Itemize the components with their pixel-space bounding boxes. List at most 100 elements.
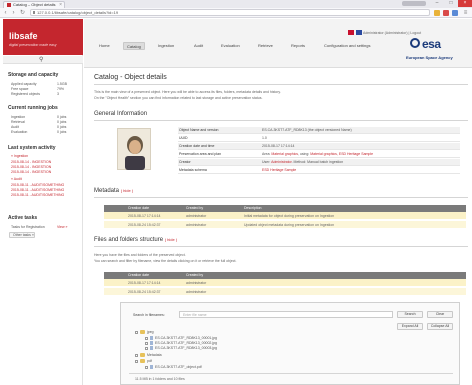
info-row: Object Name and version ES.CA.3KST7.ATF_R… <box>178 127 460 134</box>
table-row[interactable]: 2015-08-17 17:14:14 administrator Initia… <box>104 212 466 220</box>
browser-toolbar: ‹ › ↻ 127.0.0.1/libsafe/catalog/object_d… <box>0 8 472 18</box>
jobs-row: Evaluation 0 jobs <box>11 130 67 134</box>
favicon-icon <box>7 3 11 7</box>
activity-link[interactable]: 2015-08-14 - INGESTION <box>11 170 77 174</box>
nav-audit[interactable]: Audit <box>194 42 203 50</box>
menu-icon[interactable]: ≡ <box>462 10 469 16</box>
tree-summary: 11.5 MB in 1 folders and 10 files <box>135 377 185 381</box>
checkbox-icon <box>145 365 148 369</box>
divider <box>94 246 468 247</box>
file-icon <box>150 341 153 346</box>
nav-configuration[interactable]: Configuration and settings <box>324 42 370 50</box>
nav-retrieve[interactable]: Retrieve <box>258 42 273 50</box>
object-thumbnail-image <box>125 136 145 170</box>
jobs-title: Current running jobs <box>8 105 58 111</box>
creator-link[interactable]: Administrator <box>271 160 291 164</box>
schema-link[interactable]: ESD Heritage Sample <box>262 168 296 172</box>
section-title-metadata: Metadata ( hide ) <box>94 188 134 194</box>
user-line[interactable]: Administrator (Administrator) | Logout <box>363 31 421 35</box>
clear-button[interactable]: Clear <box>427 311 453 318</box>
plan-link[interactable]: Material graphics, ESD Heritage Sample <box>310 152 373 156</box>
checkbox-icon <box>135 359 138 363</box>
activity-group-heading[interactable]: » Audit <box>11 177 77 181</box>
activity-link[interactable]: 2015-08-14 - INGESTION <box>11 165 77 169</box>
flag-es-icon[interactable] <box>348 30 354 35</box>
tree-file[interactable]: ES.CA.3KST7.ATF_object.pdf <box>145 365 202 370</box>
other-tasks-button[interactable]: Other tasks » <box>9 232 35 238</box>
tree-file[interactable]: ES.CA.3KST7.ATF_RD8K13_00003.jpg <box>145 346 217 351</box>
reload-icon[interactable]: ↻ <box>19 10 26 16</box>
activity-link[interactable]: 2015-08-11 - AUDIT/SOMETHING <box>11 188 77 192</box>
activity-link[interactable]: 2015-08-14 - INGESTION <box>11 160 77 164</box>
area-link[interactable]: Material graphics <box>271 152 298 156</box>
window-close-icon[interactable]: × <box>458 0 472 7</box>
expand-all-button[interactable]: Expand All <box>397 323 423 330</box>
tree-file[interactable]: ES.CA.3KST7.ATF_RD8K13_00002.jpg <box>145 341 217 346</box>
info-row: Preservation area and plan Area: Material… <box>178 151 460 158</box>
browser-profile-chip[interactable] <box>402 1 426 6</box>
flag-en-icon[interactable] <box>356 30 362 35</box>
browser-tab[interactable]: Catalog – Object details × <box>3 1 65 8</box>
back-icon[interactable]: ‹ <box>2 10 9 16</box>
info-row: Creation date and time 2015-08-17 17:14:1… <box>178 143 460 150</box>
nav-reports[interactable]: Reports <box>291 42 305 50</box>
section-title-general: General Information <box>94 111 148 117</box>
sidebar: libsafe digital preservation made easy ⚲… <box>3 19 83 385</box>
tree-file[interactable]: ES.CA.3KST7.ATF_RD8K13_00001.jpg <box>145 336 217 341</box>
brand-tagline: digital preservation made easy <box>9 43 57 47</box>
esa-logo-icon <box>410 38 420 48</box>
extension-icon[interactable] <box>443 10 449 16</box>
activity-title: Last system activity <box>8 145 56 151</box>
divider <box>94 197 468 198</box>
tasks-row[interactable]: Tasks for Registration View » <box>11 225 77 229</box>
intro-line: This is the main view of a preserved obj… <box>94 90 281 94</box>
collapse-all-button[interactable]: Collapse All <box>427 323 453 330</box>
bookmark-star-icon[interactable] <box>434 10 440 16</box>
info-row: Creator User: Administrator. Method: Manu… <box>178 159 460 166</box>
jobs-row: Audit 0 jobs <box>11 125 67 129</box>
nav-ingestion[interactable]: Ingestion <box>158 42 174 50</box>
tree-folder[interactable]: Metadata <box>135 353 162 358</box>
storage-title: Storage and capacity <box>8 72 59 78</box>
files-hide-link[interactable]: ( hide ) <box>165 237 177 242</box>
activity-group-heading[interactable]: » Ingestion <box>11 154 77 158</box>
folder-icon <box>140 359 145 364</box>
tab-title: Catalog – Object details <box>13 2 56 7</box>
file-icon <box>150 365 153 370</box>
activity-link[interactable]: 2015-08-11 - AUDIT/SOMETHING <box>11 183 77 187</box>
page-info-icon <box>33 11 35 14</box>
tree-folder[interactable]: jpeg <box>135 330 154 335</box>
divider <box>94 84 468 85</box>
search-button[interactable]: Search <box>397 311 423 318</box>
sidebar-search-bar[interactable]: ⚲ <box>3 56 83 64</box>
nav-catalog[interactable]: Catalog <box>123 42 145 50</box>
folder-icon <box>140 330 145 335</box>
minimize-icon[interactable]: – <box>430 0 444 7</box>
activity-link[interactable]: 2015-08-11 - AUDIT/SOMETHING <box>11 193 77 197</box>
page-title: Catalog - Object details <box>94 74 167 81</box>
nav-evaluation[interactable]: Evaluation <box>221 42 240 50</box>
address-bar[interactable]: 127.0.0.1/libsafe/catalog/object_details… <box>30 9 430 16</box>
files-table-header: Creation date Created by <box>104 272 466 279</box>
metadata-hide-link[interactable]: ( hide ) <box>121 188 133 193</box>
checkbox-icon <box>135 330 138 334</box>
intro-line: On the "Object Health" section you can f… <box>94 96 263 100</box>
tree-folder[interactable]: pdf <box>135 359 152 364</box>
table-row[interactable]: 2015-08-17 17:14:14 administrator <box>104 279 466 287</box>
maximize-icon[interactable]: □ <box>444 0 458 7</box>
extension-icon-2[interactable] <box>452 10 458 16</box>
table-row[interactable]: 2015-08-24 15:42:37 administrator Update… <box>104 221 466 229</box>
checkbox-icon <box>145 341 148 345</box>
brand-block[interactable]: libsafe digital preservation made easy <box>3 19 83 55</box>
search-icon[interactable]: ⚲ <box>39 56 43 63</box>
checkbox-icon <box>135 353 138 357</box>
filename-search-input[interactable]: Enter file name <box>179 311 393 318</box>
checkbox-icon <box>145 346 148 350</box>
storage-row: Free space 79% <box>11 87 65 91</box>
object-thumbnail[interactable] <box>117 128 151 170</box>
table-row[interactable]: 2015-08-24 15:42:37 administrator <box>104 288 466 296</box>
org-name: European Space Agency <box>406 55 453 60</box>
nav-home[interactable]: Home <box>99 42 110 50</box>
checkbox-icon <box>145 336 148 340</box>
forward-icon[interactable]: › <box>10 10 17 16</box>
